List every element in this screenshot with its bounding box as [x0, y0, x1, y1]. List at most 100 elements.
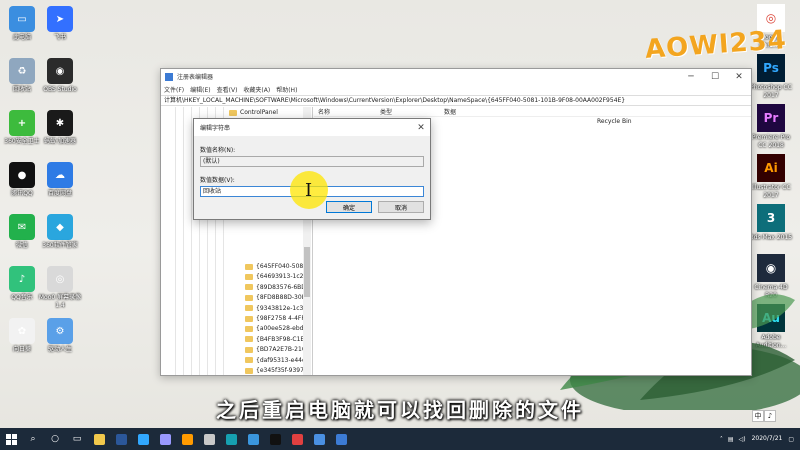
taskbar-app-qq[interactable]: [264, 428, 286, 450]
desktop-icon-label: Moo0 屏幕录像 1.4: [38, 294, 82, 309]
tree-node[interactable]: {daf95313-e44c: [245, 357, 305, 364]
cortana-icon[interactable]: ○: [44, 428, 66, 450]
premiere-icon: [159, 433, 171, 445]
tree-node-label: {89D83576-6BD: [256, 283, 306, 291]
minimize-button[interactable]: ─: [679, 72, 703, 82]
obs-icon: [291, 433, 303, 445]
tree-node[interactable]: {89D83576-6BD: [245, 284, 306, 291]
tree-node[interactable]: {B4FB3F98-C1E: [245, 336, 304, 343]
taskbar-date[interactable]: 2020/7/21: [752, 435, 783, 443]
folder-icon: [245, 263, 253, 270]
tree-node[interactable]: {645FF040-508: [245, 263, 303, 270]
app-icon: Pr: [757, 104, 785, 132]
taskbar-app-app[interactable]: [308, 428, 330, 450]
desktop-icon[interactable]: Ps Photoshop CC 2017: [748, 54, 794, 100]
desktop-icon-label: 百度网盘: [47, 190, 72, 197]
folder-icon: [245, 273, 253, 280]
column-name[interactable]: 名称: [314, 107, 376, 116]
word-icon: [115, 433, 127, 445]
cancel-button[interactable]: 取消: [378, 201, 424, 213]
ok-button[interactable]: 确定: [326, 201, 372, 213]
network-icon[interactable]: ▤: [728, 436, 734, 443]
regedit-window[interactable]: 注册表编辑器 ─ ☐ ✕ 文件(F) 编辑(E) 查看(V) 收藏夹(A) 帮助(H) …: [160, 68, 752, 376]
tree-node[interactable]: {9343812e-1c3: [245, 305, 303, 312]
folder-icon: [245, 315, 253, 322]
start-button[interactable]: [0, 428, 22, 450]
ime-button[interactable]: ♪: [764, 410, 776, 422]
3dsmax-icon: [225, 433, 237, 445]
tree-node-label: {8FD8B88D-30E: [256, 294, 306, 302]
taskbar-app-explorer[interactable]: [88, 428, 110, 450]
folder-icon: [245, 325, 253, 332]
app-icon: ✉: [9, 214, 35, 240]
taskbar: ⌕ ○ ▭ ˄ ▤ ◁) 2020/7/21 ▢: [0, 428, 800, 450]
desktop-icon[interactable]: ⚙ 驱动人生: [38, 318, 82, 354]
tree-node-label: {64693913-1c2: [256, 273, 304, 281]
tree-node[interactable]: {e345f35f-9397: [245, 367, 304, 374]
desktop-icon[interactable]: ◉ OBS Studio: [38, 58, 82, 94]
app-icon: ●: [9, 162, 35, 188]
taskbar-app-3dsmax[interactable]: [220, 428, 242, 450]
tray-chevron-icon[interactable]: ˄: [720, 436, 723, 443]
app-icon: ◉: [47, 58, 73, 84]
desktop-icon[interactable]: ◆ 360软件管家: [38, 214, 82, 250]
ime-bar[interactable]: 中 ♪: [752, 410, 776, 422]
edge-icon: [247, 433, 259, 445]
taskbar-app-photoshop[interactable]: [132, 428, 154, 450]
column-data[interactable]: 数据: [440, 107, 560, 116]
tree-scroll-thumb[interactable]: [304, 247, 310, 297]
folder-icon: [245, 284, 253, 291]
search-icon[interactable]: ⌕: [22, 428, 44, 450]
desktop-icon[interactable]: Pr Premiere Pro CC 2018: [748, 104, 794, 150]
tree-node[interactable]: {BD7A2E7B-21C: [245, 346, 306, 353]
taskbar-app-edge[interactable]: [242, 428, 264, 450]
value-list-header: 名称 类型 数据: [314, 107, 751, 117]
tree-node[interactable]: {8FD8B88D-30E: [245, 294, 306, 301]
desktop-icon-label: Premiere Pro CC 2018: [751, 134, 791, 149]
tree-node[interactable]: ControlPanel: [229, 109, 278, 116]
desktop-icon[interactable]: Ai Illustrator CC 2017: [748, 154, 794, 200]
app-icon: +: [9, 110, 35, 136]
desktop-icon[interactable]: ◎ Moo0 屏幕录像 1.4: [38, 266, 82, 310]
regedit-titlebar[interactable]: 注册表编辑器 ─ ☐ ✕: [161, 69, 751, 84]
desktop-icon[interactable]: ✱ 蚂蚁·加速器: [38, 110, 82, 146]
maximize-button[interactable]: ☐: [703, 72, 727, 82]
taskbar-app-word[interactable]: [110, 428, 132, 450]
tree-node[interactable]: {98F2758 4-4FF: [245, 315, 305, 322]
menu-item[interactable]: 帮助(H): [276, 85, 297, 94]
taskbar-app-regedit[interactable]: [330, 428, 352, 450]
volume-icon[interactable]: ◁): [739, 436, 746, 443]
cinema4d-icon: [203, 433, 215, 445]
desktop-icon[interactable]: ➤ 飞书: [38, 6, 82, 42]
taskbar-app-illustrator[interactable]: [176, 428, 198, 450]
menu-item[interactable]: 文件(F): [164, 85, 184, 94]
tree-node-label: {a00ee528-ebd: [256, 325, 304, 333]
taskbar-app-obs[interactable]: [286, 428, 308, 450]
close-button[interactable]: ✕: [727, 72, 751, 82]
address-bar[interactable]: 计算机\HKEY_LOCAL_MACHINE\SOFTWARE\Microsof…: [161, 95, 751, 106]
notification-icon[interactable]: ▢: [788, 436, 794, 443]
dialog-titlebar[interactable]: 编辑字符串 ✕: [194, 119, 430, 136]
ime-button[interactable]: 中: [752, 410, 764, 422]
folder-icon: [245, 346, 253, 353]
app-icon: ☁: [47, 162, 73, 188]
tree-node-label: {e345f35f-9397: [256, 367, 304, 374]
regedit-title: 注册表编辑器: [177, 74, 214, 81]
tree-node[interactable]: {a00ee528-ebd: [245, 325, 303, 332]
folder-icon: [245, 294, 253, 301]
menu-item[interactable]: 查看(V): [217, 85, 238, 94]
system-tray[interactable]: ˄ ▤ ◁) 2020/7/21 ▢: [720, 435, 800, 443]
taskbar-app-premiere[interactable]: [154, 428, 176, 450]
menu-item[interactable]: 编辑(E): [190, 85, 210, 94]
app-icon: 3: [757, 204, 785, 232]
task-view-icon[interactable]: ▭: [66, 428, 88, 450]
desktop-icon-label: 蚂蚁·加速器: [44, 138, 76, 145]
desktop-icon[interactable]: 3 3ds Max 2015: [748, 204, 794, 242]
dialog-close-icon[interactable]: ✕: [412, 123, 430, 133]
tree-node[interactable]: {64693913-1c2: [245, 273, 303, 280]
column-type[interactable]: 类型: [376, 107, 440, 116]
desktop-icon[interactable]: ☁ 百度网盘: [38, 162, 82, 198]
menu-item[interactable]: 收藏夹(A): [243, 85, 270, 94]
menubar: 文件(F) 编辑(E) 查看(V) 收藏夹(A) 帮助(H): [161, 84, 751, 95]
taskbar-app-cinema4d[interactable]: [198, 428, 220, 450]
